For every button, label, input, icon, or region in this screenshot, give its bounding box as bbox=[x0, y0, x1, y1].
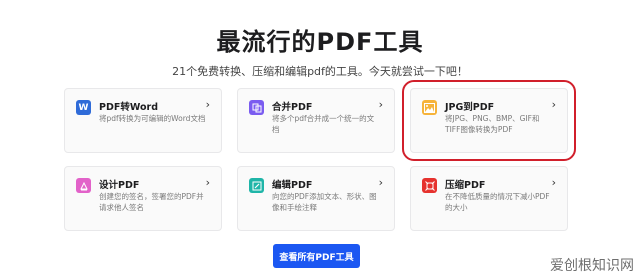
page-title: 最流行的PDF工具 bbox=[216, 28, 424, 56]
image-icon bbox=[422, 100, 437, 115]
word-icon: W bbox=[76, 100, 91, 115]
chevron-right-icon: › bbox=[551, 98, 556, 111]
chevron-right-icon: › bbox=[205, 176, 210, 189]
tool-card-jpg-to-pdf[interactable]: JPG到PDF 将JPG、PNG、BMP、GIF和TIFF图像转换为PDF › bbox=[402, 80, 576, 161]
merge-icon bbox=[249, 100, 264, 115]
tool-card-pdf-to-word[interactable]: W PDF转Word 将pdf转换为可编辑的Word文档 › bbox=[64, 88, 222, 153]
tool-name: PDF转Word bbox=[99, 102, 158, 113]
chevron-right-icon: › bbox=[378, 176, 383, 189]
tool-card-merge-pdf[interactable]: 合并PDF 将多个pdf合并成一个统一的文档 › bbox=[237, 88, 395, 153]
view-all-tools-button[interactable]: 查看所有PDF工具 bbox=[273, 244, 360, 268]
tool-description: 创建您的签名，签署您的PDF并请求他人签名 bbox=[99, 192, 204, 212]
tool-card-edit-pdf[interactable]: 编辑PDF 向您的PDF添加文本、形状、图像和手绘注释 › bbox=[237, 166, 395, 231]
tool-name: 压缩PDF bbox=[445, 180, 486, 191]
chevron-right-icon: › bbox=[551, 176, 556, 189]
page-subtitle: 21个免费转换、压缩和编辑pdf的工具。今天就尝试一下吧！ bbox=[172, 65, 468, 78]
chevron-right-icon: › bbox=[378, 98, 383, 111]
compress-icon bbox=[422, 178, 437, 193]
tool-name: JPG到PDF bbox=[445, 102, 495, 113]
tool-description: 将多个pdf合并成一个统一的文档 bbox=[272, 114, 375, 134]
sign-icon bbox=[76, 178, 91, 193]
tool-description: 向您的PDF添加文本、形状、图像和手绘注释 bbox=[272, 192, 377, 212]
tool-name: 编辑PDF bbox=[272, 180, 313, 191]
watermark: 爱创根知识网 bbox=[550, 258, 634, 274]
tool-description: 在不降低质量的情况下减小PDF的大小 bbox=[445, 192, 550, 212]
tool-name: 合并PDF bbox=[272, 102, 313, 113]
tool-description: 将JPG、PNG、BMP、GIF和TIFF图像转换为PDF bbox=[445, 114, 540, 134]
tool-card-sign-pdf[interactable]: 设计PDF 创建您的签名，签署您的PDF并请求他人签名 › bbox=[64, 166, 222, 231]
tool-name: 设计PDF bbox=[99, 180, 140, 191]
chevron-right-icon: › bbox=[205, 98, 210, 111]
tool-description: 将pdf转换为可编辑的Word文档 bbox=[99, 114, 206, 123]
tool-card-compress-pdf[interactable]: 压缩PDF 在不降低质量的情况下减小PDF的大小 › bbox=[410, 166, 568, 231]
edit-icon bbox=[249, 178, 264, 193]
